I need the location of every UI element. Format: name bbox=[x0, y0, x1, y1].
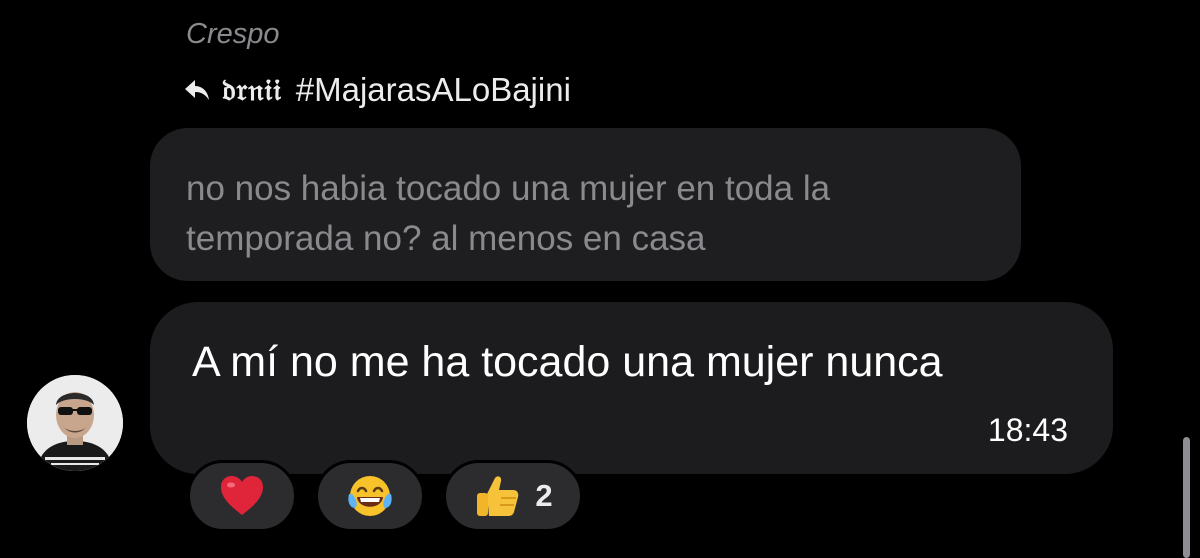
reply-hashtag: #MajarasALoBajini bbox=[295, 71, 571, 108]
avatar[interactable] bbox=[27, 375, 123, 471]
reactions-bar: 2 bbox=[187, 460, 583, 532]
message-bubble[interactable]: A mí no me ha tocado una mujer nunca 18:… bbox=[150, 302, 1113, 474]
reaction-thumbs-up[interactable]: 2 bbox=[443, 460, 583, 532]
reaction-count: 2 bbox=[535, 478, 553, 513]
heart-icon bbox=[221, 476, 263, 515]
face-with-tears-of-joy-icon bbox=[348, 476, 392, 516]
reply-arrow-icon bbox=[185, 80, 209, 100]
quoted-message-bubble[interactable]: no nos habia tocado una mujer en toda la… bbox=[150, 128, 1021, 281]
quoted-line-1: no nos habia tocado una mujer en toda la bbox=[186, 169, 831, 208]
thumbs-up-icon bbox=[477, 476, 519, 516]
reply-header[interactable]: 𝔡𝔯𝔫𝔦𝔦 #MajarasALoBajini bbox=[184, 70, 571, 110]
reaction-laugh[interactable] bbox=[315, 460, 425, 532]
message-timestamp: 18:43 bbox=[987, 412, 1068, 448]
message-text: A mí no me ha tocado una mujer nunca bbox=[192, 338, 943, 386]
sender-name: Crespo bbox=[186, 18, 280, 50]
reaction-heart[interactable] bbox=[187, 460, 297, 532]
quoted-line-2: temporada no? al menos en casa bbox=[186, 219, 706, 258]
scroll-indicator[interactable] bbox=[1183, 437, 1190, 558]
reply-username: 𝔡𝔯𝔫𝔦𝔦 bbox=[222, 72, 282, 108]
avatar-photo bbox=[27, 375, 123, 471]
